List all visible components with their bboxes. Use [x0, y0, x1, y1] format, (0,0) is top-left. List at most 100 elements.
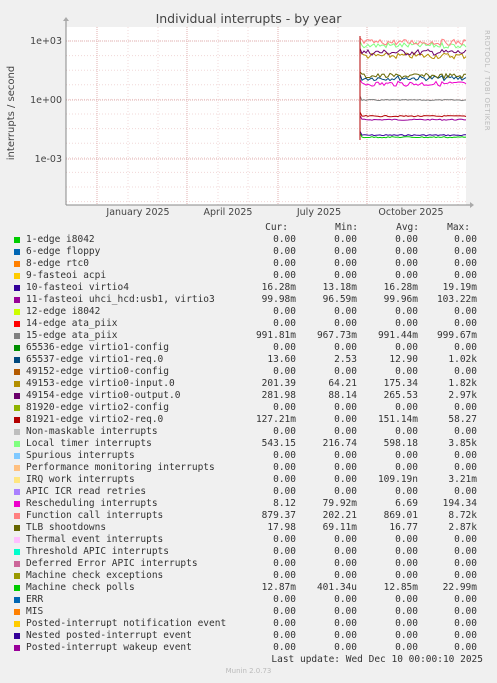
min-value: 0.00 [334, 462, 357, 473]
x-tick-label: July 2025 [296, 207, 341, 218]
series-name: Non-maskable interrupts [26, 426, 158, 437]
min-value: 0.00 [334, 534, 357, 545]
min-value: 0.00 [334, 630, 357, 641]
legend-swatch [14, 369, 20, 375]
legend-swatch [14, 297, 20, 303]
cur-value: 991.81m [255, 330, 296, 341]
cur-value: 0.00 [273, 474, 296, 485]
legend-swatch [14, 513, 20, 519]
legend-row: 14-edge ata_piix 0.00 0.00 0.00 0.00 [0, 318, 497, 330]
max-value: 22.99m [442, 582, 477, 593]
cur-value: 0.00 [273, 534, 296, 545]
legend-row: Function call interrupts 879.37 202.21 869.… [0, 510, 497, 522]
series-name: Local timer interrupts [26, 438, 152, 449]
cur-value: 879.37 [261, 510, 296, 521]
legend-row: 8-edge rtc0 0.00 0.00 0.00 0.00 [0, 258, 497, 270]
y-tick-label: 1e-03 [35, 154, 62, 165]
max-value: 0.00 [454, 342, 477, 353]
col-cur: Cur: [265, 222, 288, 233]
legend-row: Posted-interrupt notification event 0.00 0… [0, 618, 497, 630]
legend-row: 81920-edge virtio2-config 0.00 0.00 0.00 0.0… [0, 402, 497, 414]
legend-row: TLB shootdowns 17.98 69.11m 16.77 2.87k [0, 522, 497, 534]
x-tick-label: October 2025 [378, 207, 443, 218]
cur-value: 0.00 [273, 342, 296, 353]
min-value: 0.00 [334, 318, 357, 329]
series-name: 49152-edge virtio0-config [26, 366, 169, 377]
legend-row: Nested posted-interrupt event 0.00 0.00 0.0… [0, 630, 497, 642]
series-name: 14-edge ata_piix [26, 318, 118, 329]
legend-swatch [14, 645, 20, 651]
legend-row: Machine check exceptions 0.00 0.00 0.00 0.00 [0, 570, 497, 582]
max-value: 0.00 [454, 618, 477, 629]
cur-value: 0.00 [273, 558, 296, 569]
max-value: 0.00 [454, 462, 477, 473]
max-value: 0.00 [454, 486, 477, 497]
min-value: 0.00 [334, 414, 357, 425]
min-value: 0.00 [334, 474, 357, 485]
legend-swatch [14, 237, 20, 243]
col-min: Min: [335, 222, 358, 233]
legend-row: 49153-edge virtio0-input.0 201.39 64.21 175… [0, 378, 497, 390]
max-value: 8.72k [448, 510, 477, 521]
legend-row: 65536-edge virtio1-config 0.00 0.00 0.00 0.0… [0, 342, 497, 354]
max-value: 1.82k [448, 378, 477, 389]
series-name: 9-fasteoi acpi [26, 270, 107, 281]
legend-row: Threshold APIC interrupts 0.00 0.00 0.00 0.0… [0, 546, 497, 558]
cur-value: 0.00 [273, 618, 296, 629]
series-name: Machine check polls [26, 582, 135, 593]
max-value: 19.19m [442, 282, 477, 293]
legend-swatch [14, 273, 20, 279]
legend-swatch [14, 429, 20, 435]
legend-row: Performance monitoring interrupts 0.00 0.0… [0, 462, 497, 474]
series-name: IRQ work interrupts [26, 474, 135, 485]
series-name: 10-fasteoi virtio4 [26, 282, 129, 293]
cur-value: 0.00 [273, 306, 296, 317]
legend-row: Non-maskable interrupts 0.00 0.00 0.00 0.00 [0, 426, 497, 438]
max-value: 0.00 [454, 426, 477, 437]
min-value: 216.74 [322, 438, 357, 449]
max-value: 2.97k [448, 390, 477, 401]
min-value: 0.00 [334, 606, 357, 617]
series-name: Function call interrupts [26, 510, 164, 521]
legend-swatch [14, 453, 20, 459]
min-value: 0.00 [334, 402, 357, 413]
min-value: 0.00 [334, 234, 357, 245]
x-axis-arrow [470, 202, 474, 208]
series-name: Machine check exceptions [26, 570, 164, 581]
cur-value: 0.00 [273, 570, 296, 581]
min-value: 0.00 [334, 426, 357, 437]
legend-header: Cur: Min: Avg: Max: [0, 222, 497, 234]
legend-swatch [14, 573, 20, 579]
legend-swatch [14, 609, 20, 615]
legend-row: Local timer interrupts 543.15 216.74 598.18… [0, 438, 497, 450]
min-value: 0.00 [334, 570, 357, 581]
series-name: MIS [26, 606, 44, 617]
max-value: 2.87k [448, 522, 477, 533]
legend-row: 49154-edge virtio0-output.0 281.98 88.14 26… [0, 390, 497, 402]
max-value: 0.00 [454, 594, 477, 605]
legend-row: IRQ work interrupts 0.00 0.00 109.19n 3.21m [0, 474, 497, 486]
legend-swatch [14, 261, 20, 267]
munin-footer: Munin 2.0.73 [225, 667, 272, 675]
cur-value: 0.00 [273, 258, 296, 269]
cur-value: 0.00 [273, 402, 296, 413]
min-value: 0.00 [334, 306, 357, 317]
min-value: 0.00 [334, 258, 357, 269]
cur-value: 0.00 [273, 366, 296, 377]
max-value: 0.00 [454, 402, 477, 413]
legend-swatch [14, 285, 20, 291]
min-value: 96.59m [322, 294, 357, 305]
legend-row: 9-fasteoi acpi 0.00 0.00 0.00 0.00 [0, 270, 497, 282]
cur-value: 127.21m [255, 414, 296, 425]
legend-row: 15-edge ata_piix 991.81m 967.73m 991.44m 999… [0, 330, 497, 342]
cur-value: 0.00 [273, 246, 296, 257]
legend-row: Rescheduling interrupts 8.12 79.92m 6.69 194… [0, 498, 497, 510]
legend-row: 1-edge i8042 0.00 0.00 0.00 0.00 [0, 234, 497, 246]
legend-swatch [14, 381, 20, 387]
legend-swatch [14, 549, 20, 555]
y-axis-arrow [63, 17, 69, 21]
series-name: Thermal event interrupts [26, 534, 164, 545]
max-value: 0.00 [454, 270, 477, 281]
min-value: 0.00 [334, 450, 357, 461]
series-name: Rescheduling interrupts [26, 498, 158, 509]
